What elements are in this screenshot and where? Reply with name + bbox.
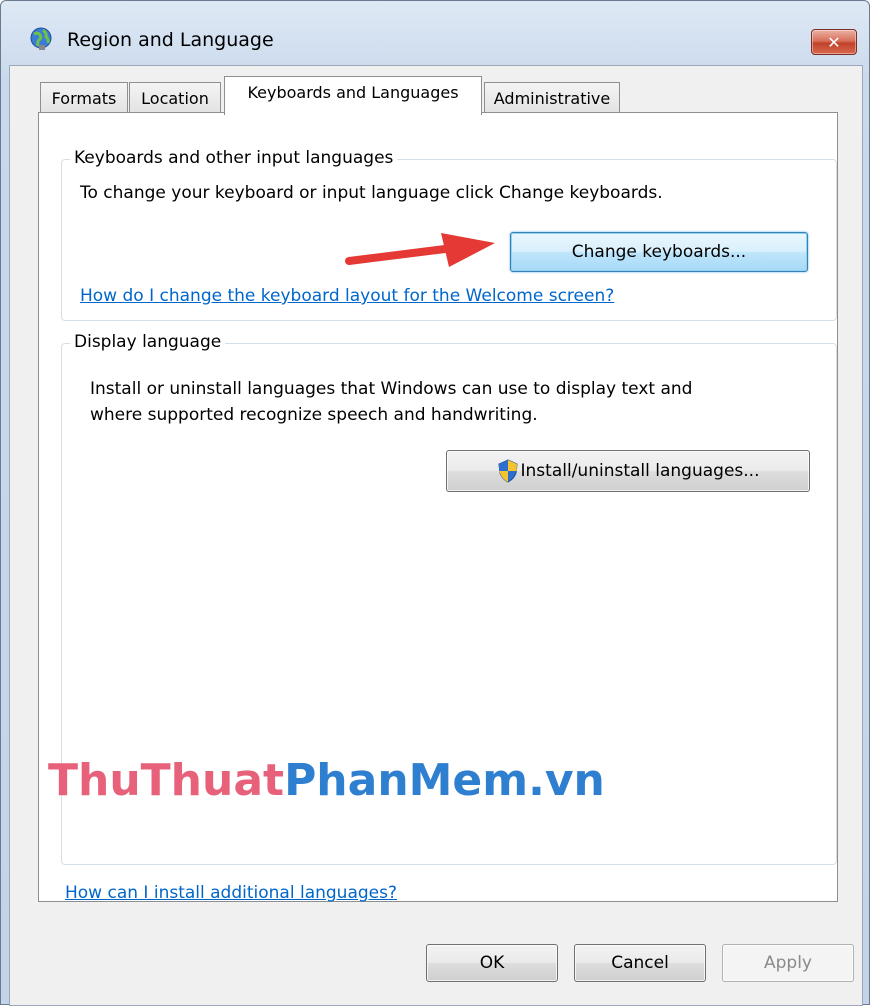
tab-label: Administrative [493, 89, 611, 108]
cancel-label: Cancel [611, 953, 669, 973]
close-button[interactable]: ✕ [811, 29, 857, 55]
install-additional-languages-link[interactable]: How can I install additional languages? [65, 883, 397, 903]
change-keyboards-label: Change keyboards... [571, 242, 747, 262]
client-area: Formats Location Keyboards and Languages… [9, 65, 863, 1006]
install-uninstall-languages-label: Install/uninstall languages... [520, 461, 760, 481]
tab-administrative[interactable]: Administrative [484, 82, 620, 114]
tab-keyboards-and-languages[interactable]: Keyboards and Languages [224, 76, 482, 115]
install-uninstall-languages-button[interactable]: Install/uninstall languages... [446, 450, 810, 492]
title-bar: Region and Language ✕ [1, 1, 869, 55]
display-description-line1: Install or uninstall languages that Wind… [90, 379, 693, 399]
uac-shield-icon [497, 459, 518, 483]
apply-button[interactable]: Apply [722, 944, 854, 982]
watermark-part2: PhanMem.vn [284, 755, 605, 806]
keyboards-group-title: Keyboards and other input languages [70, 148, 398, 168]
watermark-part1: ThuThuat [48, 755, 285, 806]
display-language-group-title: Display language [70, 332, 226, 352]
keyboards-description: To change your keyboard or input languag… [80, 183, 663, 203]
display-description-line2: where supported recognize speech and han… [90, 405, 538, 425]
ok-button[interactable]: OK [426, 944, 558, 982]
welcome-screen-keyboard-link[interactable]: How do I change the keyboard layout for … [80, 286, 614, 306]
tab-label: Formats [51, 89, 117, 108]
tab-formats[interactable]: Formats [40, 82, 128, 114]
tab-label: Keyboards and Languages [247, 83, 459, 102]
cancel-button[interactable]: Cancel [574, 944, 706, 982]
tab-location[interactable]: Location [129, 82, 221, 114]
apply-label: Apply [764, 953, 812, 973]
ok-label: OK [479, 953, 505, 973]
annotation-arrow-icon [345, 233, 495, 267]
window-title: Region and Language [67, 29, 274, 51]
dialog-window: Region and Language ✕ Formats Location K… [0, 0, 870, 1006]
close-icon: ✕ [827, 32, 841, 52]
watermark: ThuThuatPhanMem.vn [48, 755, 605, 806]
tab-label: Location [141, 89, 209, 108]
change-keyboards-button[interactable]: Change keyboards... [510, 232, 808, 272]
globe-icon [30, 27, 52, 50]
